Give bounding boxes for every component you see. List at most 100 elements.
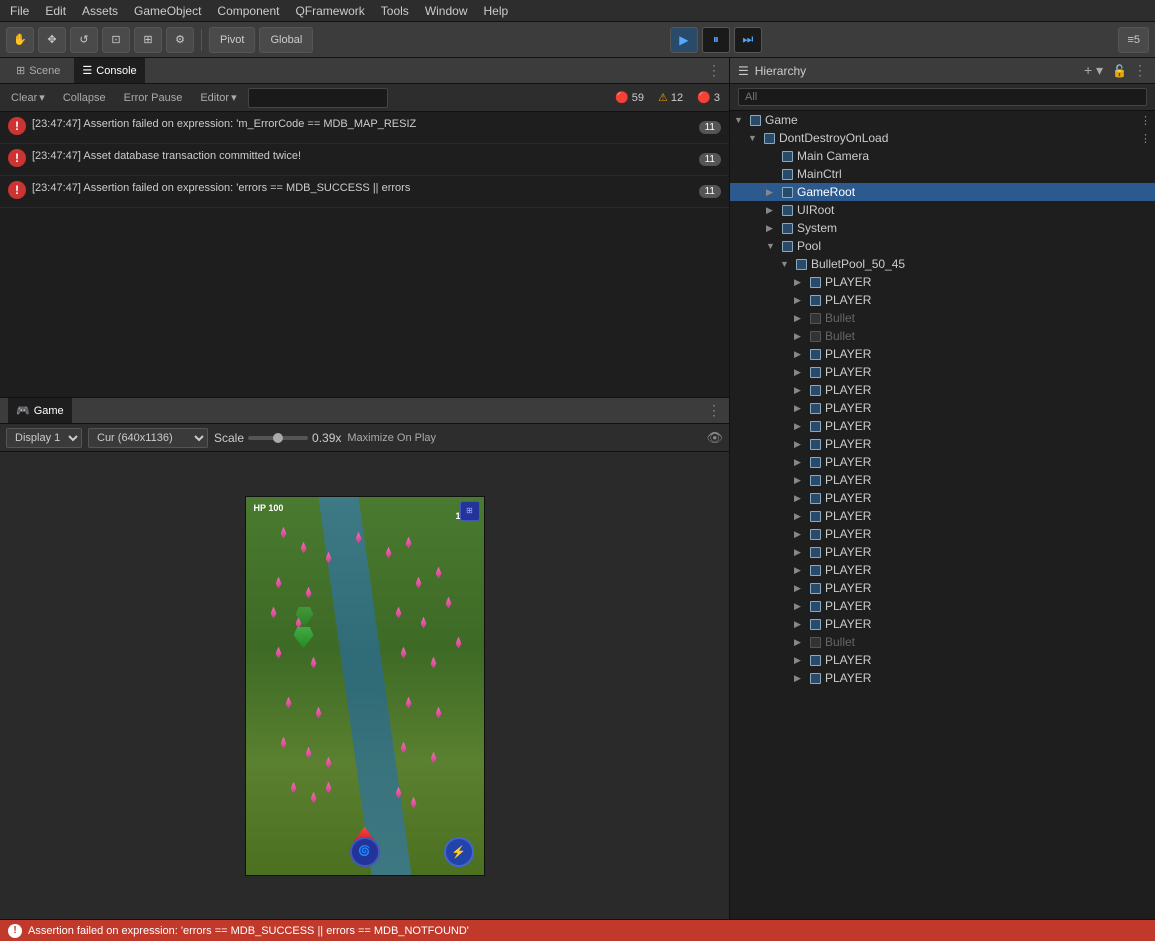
hierarchy-content: ▼ Game ⋮ ▼ DontDestroyOnLoad ⋮ Main Came…	[730, 111, 1155, 919]
pivot-button[interactable]: Pivot	[209, 27, 255, 53]
status-text: Assertion failed on expression: 'errors …	[28, 925, 469, 937]
hier-item-uiroot[interactable]: ▶ UIRoot	[730, 201, 1155, 219]
menu-tools[interactable]: Tools	[375, 2, 415, 20]
hier-label-player-1: PLAYER	[825, 293, 871, 307]
hier-item-player-14[interactable]: ▶ PLAYER	[730, 561, 1155, 579]
hier-item-player-18[interactable]: ▶ PLAYER	[730, 651, 1155, 669]
console-row-0[interactable]: ! [23:47:47] Assertion failed on express…	[0, 112, 729, 144]
hier-item-player-5[interactable]: ▶ PLAYER	[730, 399, 1155, 417]
error-count-badge[interactable]: 🔴 59	[610, 91, 649, 104]
hier-item-player-19[interactable]: ▶ PLAYER	[730, 669, 1155, 687]
warn-count-badge[interactable]: ⚠ 12	[653, 91, 688, 104]
hier-item-player-13[interactable]: ▶ PLAYER	[730, 543, 1155, 561]
hier-item-player-15[interactable]: ▶ PLAYER	[730, 579, 1155, 597]
hier-cube-bulletpool	[794, 257, 808, 271]
hier-item-player-10[interactable]: ▶ PLAYER	[730, 489, 1155, 507]
hier-item-maincamera[interactable]: Main Camera	[730, 147, 1155, 165]
hierarchy-lock-button[interactable]: 🔓	[1112, 64, 1127, 78]
hier-game-menu[interactable]: ⋮	[1136, 114, 1155, 127]
menu-qframework[interactable]: QFramework	[289, 2, 370, 20]
console-search-input[interactable]	[248, 88, 388, 108]
hierarchy-add-button[interactable]: + ▾	[1081, 62, 1106, 79]
hier-item-player-16[interactable]: ▶ PLAYER	[730, 597, 1155, 615]
tool-custom[interactable]: ⚙	[166, 27, 194, 53]
resolution-select[interactable]: Cur (640x1136)	[88, 428, 208, 448]
menu-gameobject[interactable]: GameObject	[128, 2, 207, 20]
hier-item-bulletpool[interactable]: ▼ BulletPool_50_45	[730, 255, 1155, 273]
hier-item-game[interactable]: ▼ Game ⋮	[730, 111, 1155, 129]
global-button[interactable]: Global	[259, 27, 313, 53]
console-content: ! [23:47:47] Assertion failed on express…	[0, 112, 729, 397]
error-icon-1: !	[8, 149, 26, 167]
hier-item-player-4[interactable]: ▶ PLAYER	[730, 381, 1155, 399]
game-viewport: HP 100 1000 ⚡ 🌀 ⊞	[245, 496, 485, 876]
console-msg-0: [23:47:47] Assertion failed on expressio…	[32, 116, 695, 133]
hier-item-bullet-2[interactable]: ▶ Bullet	[730, 633, 1155, 651]
pause-button[interactable]: ⏸	[702, 27, 730, 53]
hier-item-bullet-0[interactable]: ▶ Bullet	[730, 309, 1155, 327]
tool-hand[interactable]: ✋	[6, 27, 34, 53]
collapse-button[interactable]: Collapse	[56, 88, 113, 108]
tool-move[interactable]: ✥	[38, 27, 66, 53]
console-msg-2: [23:47:47] Assertion failed on expressio…	[32, 180, 695, 197]
hier-item-player-2[interactable]: ▶ PLAYER	[730, 345, 1155, 363]
hier-item-player-11[interactable]: ▶ PLAYER	[730, 507, 1155, 525]
menu-edit[interactable]: Edit	[39, 2, 72, 20]
hier-item-player-3[interactable]: ▶ PLAYER	[730, 363, 1155, 381]
hier-item-system[interactable]: ▶ System	[730, 219, 1155, 237]
hier-item-player-1[interactable]: ▶ PLAYER	[730, 291, 1155, 309]
tab-console[interactable]: ☰ Console	[74, 58, 144, 83]
step-button[interactable]: ⏭	[734, 27, 762, 53]
hier-item-mainctrl[interactable]: MainCtrl	[730, 165, 1155, 183]
game-panel-header: 🎮 Game ⋮	[0, 398, 729, 424]
hier-item-player-7[interactable]: ▶ PLAYER	[730, 435, 1155, 453]
hierarchy-menu-button[interactable]: ⋮	[1133, 62, 1147, 79]
hier-item-dontdestroy[interactable]: ▼ DontDestroyOnLoad ⋮	[730, 129, 1155, 147]
hier-item-player-9[interactable]: ▶ PLAYER	[730, 471, 1155, 489]
info-count-badge[interactable]: 🔴 3	[692, 91, 725, 104]
hud-hp: HP 100	[254, 503, 284, 513]
hier-cube-pool	[780, 239, 794, 253]
display-select[interactable]: Display 1	[6, 428, 82, 448]
tab-game[interactable]: 🎮 Game	[8, 398, 72, 423]
hier-item-bullet-1[interactable]: ▶ Bullet	[730, 327, 1155, 345]
hierarchy-search-input[interactable]	[738, 88, 1147, 106]
layers-button[interactable]: ≡5	[1118, 27, 1149, 53]
tool-rect[interactable]: ⊞	[134, 27, 162, 53]
hier-item-gameroot[interactable]: ▶ GameRoot	[730, 183, 1155, 201]
hier-item-player-8[interactable]: ▶ PLAYER	[730, 453, 1155, 471]
console-panel-menu[interactable]: ⋮	[707, 62, 721, 79]
hier-arrow-gameroot: ▶	[766, 187, 780, 198]
hier-label-maincamera: Main Camera	[797, 149, 869, 163]
console-count-0: 11	[699, 121, 721, 134]
maximize-on-play-button[interactable]: Maximize On Play	[347, 432, 436, 444]
hierarchy-title: Hierarchy	[755, 64, 806, 78]
hier-cube-bullet-0	[808, 311, 822, 325]
game-panel-menu[interactable]: ⋮	[707, 402, 721, 419]
hier-item-pool[interactable]: ▼ Pool	[730, 237, 1155, 255]
menu-window[interactable]: Window	[419, 2, 474, 20]
menu-help[interactable]: Help	[478, 2, 515, 20]
hier-item-player-0[interactable]: ▶ PLAYER	[730, 273, 1155, 291]
hier-label-uiroot: UIRoot	[797, 203, 834, 217]
hier-item-player-6[interactable]: ▶ PLAYER	[730, 417, 1155, 435]
menu-component[interactable]: Component	[211, 2, 285, 20]
hier-item-player-17[interactable]: ▶ PLAYER	[730, 615, 1155, 633]
editor-button[interactable]: Editor ▾	[193, 88, 243, 108]
hier-label-gameroot: GameRoot	[797, 185, 855, 199]
hier-dontdestroy-menu[interactable]: ⋮	[1136, 132, 1155, 145]
menu-file[interactable]: File	[4, 2, 35, 20]
console-row-2[interactable]: ! [23:47:47] Assertion failed on express…	[0, 176, 729, 208]
tool-scale[interactable]: ⊡	[102, 27, 130, 53]
tool-rotate[interactable]: ↺	[70, 27, 98, 53]
scale-slider[interactable]	[248, 436, 308, 440]
play-button[interactable]: ▶	[670, 27, 698, 53]
menu-assets[interactable]: Assets	[76, 2, 124, 20]
visibility-button[interactable]: 👁	[706, 430, 723, 446]
console-row-1[interactable]: ! [23:47:47] Asset database transaction …	[0, 144, 729, 176]
hier-item-player-12[interactable]: ▶ PLAYER	[730, 525, 1155, 543]
clear-button[interactable]: Clear ▾	[4, 88, 52, 108]
tab-scene[interactable]: ⊞ Scene	[8, 58, 68, 83]
error-pause-button[interactable]: Error Pause	[117, 88, 190, 108]
console-msg-1: [23:47:47] Asset database transaction co…	[32, 148, 695, 165]
